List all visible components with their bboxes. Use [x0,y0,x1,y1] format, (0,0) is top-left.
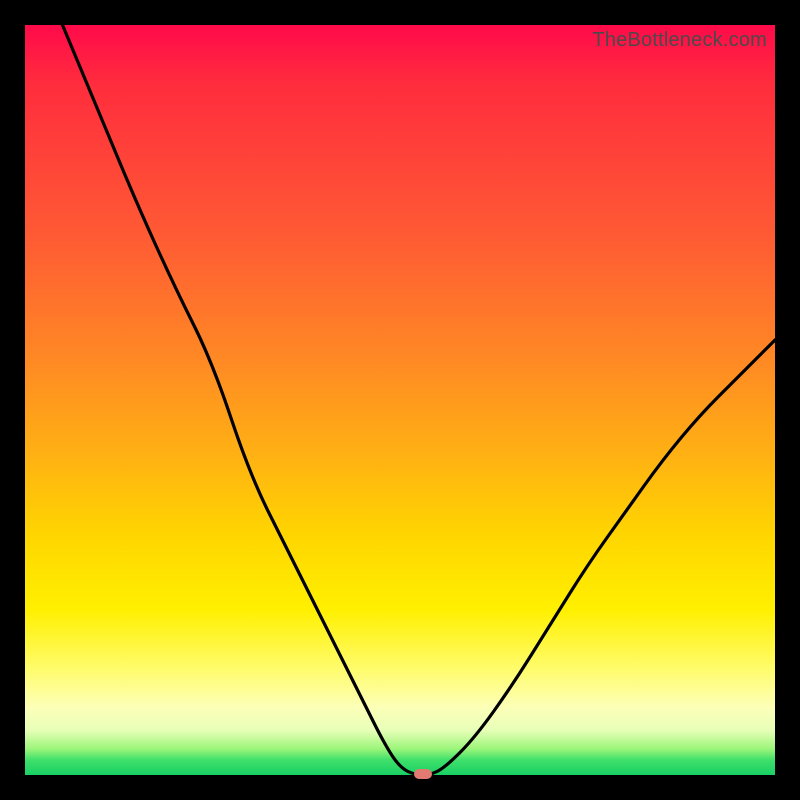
bottleneck-curve [25,25,775,775]
chart-frame: TheBottleneck.com [0,0,800,800]
plot-area: TheBottleneck.com [25,25,775,775]
optimal-point-marker [414,769,432,779]
